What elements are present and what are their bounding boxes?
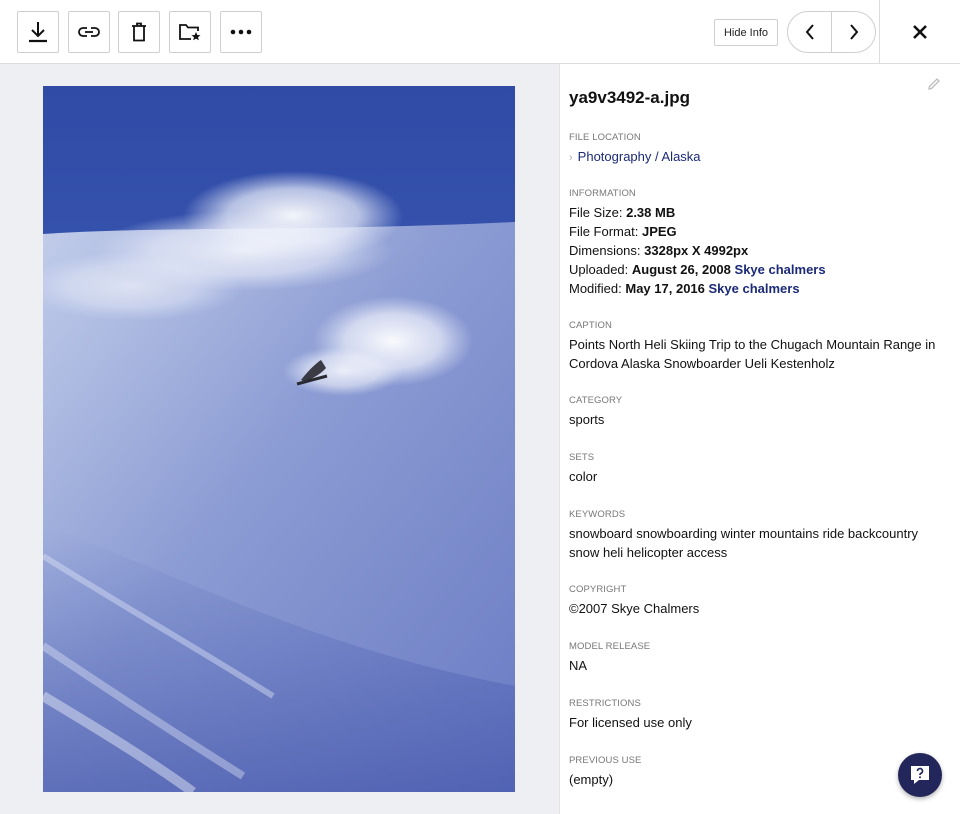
more-button[interactable]	[220, 11, 262, 53]
previous-use-value: (empty)	[569, 772, 614, 787]
caption-section: CAPTION Points North Heli Skiing Trip to…	[569, 320, 944, 373]
link-icon	[78, 27, 100, 37]
image-preview-area	[0, 64, 559, 814]
add-to-set-button[interactable]	[169, 11, 211, 53]
photo-preview[interactable]	[43, 86, 515, 792]
next-button[interactable]	[831, 12, 875, 52]
file-location-section: FILE LOCATION › Photography / Alaska	[569, 132, 944, 168]
sets-section: SETS color	[569, 452, 944, 486]
snowboarder-photo	[43, 86, 515, 792]
category-label: CATEGORY	[569, 395, 623, 406]
caption-label: CAPTION	[569, 320, 612, 331]
information-section: INFORMATION File Size: 2.38 MB File Form…	[569, 188, 944, 298]
keywords-label: KEYWORDS	[569, 509, 626, 520]
file-format-value: JPEG	[641, 224, 677, 239]
modified-by-link[interactable]: Skye chalmers	[709, 281, 800, 296]
category-value: sports	[569, 412, 605, 427]
delete-button[interactable]	[118, 11, 160, 53]
chevron-right-icon: ›	[569, 152, 573, 164]
chevron-left-icon	[805, 24, 814, 40]
prev-next-nav	[787, 11, 876, 53]
sets-value: color	[569, 469, 598, 484]
help-chat-icon	[911, 766, 929, 784]
restrictions-value: For licensed use only	[569, 715, 692, 730]
download-icon	[29, 22, 47, 43]
folder-star-icon	[179, 24, 201, 41]
edit-button[interactable]	[926, 76, 942, 97]
download-button[interactable]	[17, 11, 59, 53]
info-panel: ya9v3492-a.jpg FILE LOCATION › Photograph…	[559, 64, 960, 814]
copyright-section: COPYRIGHT ©2007 Skye Chalmers	[569, 584, 944, 618]
file-size-value: 2.38 MB	[626, 205, 676, 220]
uploaded-by-link[interactable]: Skye chalmers	[735, 262, 826, 277]
close-button[interactable]	[879, 0, 960, 64]
file-size-row: File Size: 2.38 MB	[569, 205, 676, 220]
information-label: INFORMATION	[569, 188, 636, 199]
file-name: ya9v3492-a.jpg	[569, 88, 690, 107]
sets-label: SETS	[569, 452, 595, 463]
modified-row: Modified: May 17, 2016 Skye chalmers	[569, 281, 800, 296]
close-icon	[913, 25, 927, 39]
dimensions-value: 3328px X 4992px	[644, 243, 749, 258]
more-icon	[230, 29, 252, 35]
file-location-label: FILE LOCATION	[569, 132, 641, 143]
modified-date: May 17, 2016	[625, 281, 705, 296]
category-section: CATEGORY sports	[569, 395, 944, 429]
chevron-right-icon	[849, 24, 858, 40]
copyright-label: COPYRIGHT	[569, 584, 627, 595]
model-release-label: MODEL RELEASE	[569, 641, 651, 652]
dimensions-row: Dimensions: 3328px X 4992px	[569, 243, 749, 258]
keywords-value: snowboard snowboarding winter mountains …	[569, 526, 919, 560]
hide-info-button[interactable]: Hide Info	[714, 19, 778, 46]
file-format-row: File Format: JPEG	[569, 224, 677, 239]
link-button[interactable]	[68, 11, 110, 53]
uploaded-date: August 26, 2008	[631, 262, 731, 277]
uploaded-row: Uploaded: August 26, 2008 Skye chalmers	[569, 262, 826, 277]
keywords-section: KEYWORDS snowboard snowboarding winter m…	[569, 509, 944, 562]
model-release-section: MODEL RELEASE NA	[569, 641, 944, 675]
caption-value: Points North Heli Skiing Trip to the Chu…	[569, 337, 936, 371]
trash-icon	[132, 22, 146, 42]
help-chat-button[interactable]	[898, 753, 942, 797]
model-release-value: NA	[569, 658, 588, 673]
file-location-link[interactable]: Photography / Alaska	[578, 149, 701, 164]
previous-use-label: PREVIOUS USE	[569, 755, 642, 766]
previous-button[interactable]	[788, 12, 831, 52]
restrictions-section: RESTRICTIONS For licensed use only	[569, 698, 944, 732]
toolbar: Hide Info	[0, 0, 960, 64]
restrictions-label: RESTRICTIONS	[569, 698, 641, 709]
copyright-value: ©2007 Skye Chalmers	[569, 601, 700, 616]
previous-use-section: PREVIOUS USE (empty)	[569, 755, 944, 789]
pencil-icon	[928, 78, 940, 90]
